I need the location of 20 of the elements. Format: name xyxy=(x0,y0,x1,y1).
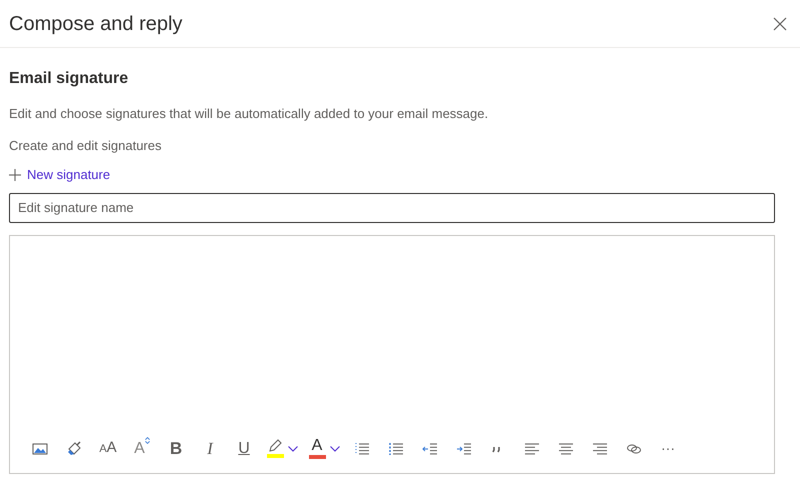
section-heading: Email signature xyxy=(9,69,130,89)
more-button[interactable]: ··· xyxy=(656,436,680,460)
up-down-arrow-icon xyxy=(144,436,150,444)
underline-button[interactable]: U xyxy=(232,436,256,460)
font-color-button[interactable]: A xyxy=(308,438,326,460)
bold-button[interactable]: B xyxy=(164,436,188,460)
description: Edit and choose signatures that will be automatically added to your email message. xyxy=(9,105,490,123)
italic-button[interactable]: I xyxy=(198,436,222,460)
chevron-down-icon[interactable] xyxy=(330,446,340,452)
new-signature-link[interactable]: New signature xyxy=(9,165,110,184)
chevron-down-icon[interactable] xyxy=(288,446,298,452)
grow-font-button[interactable]: A xyxy=(130,436,154,460)
window-title: Compose and reply xyxy=(9,12,182,36)
highlighter-icon[interactable] xyxy=(266,438,284,458)
signature-editor[interactable]: AA A B I U A ··· xyxy=(9,234,775,474)
signature-name-field[interactable]: Edit signature name xyxy=(9,192,775,222)
font-size-button[interactable]: AA xyxy=(96,436,120,460)
close-icon[interactable] xyxy=(772,16,788,32)
plus-icon xyxy=(9,168,21,181)
subheading: Create and edit signatures xyxy=(9,136,162,155)
